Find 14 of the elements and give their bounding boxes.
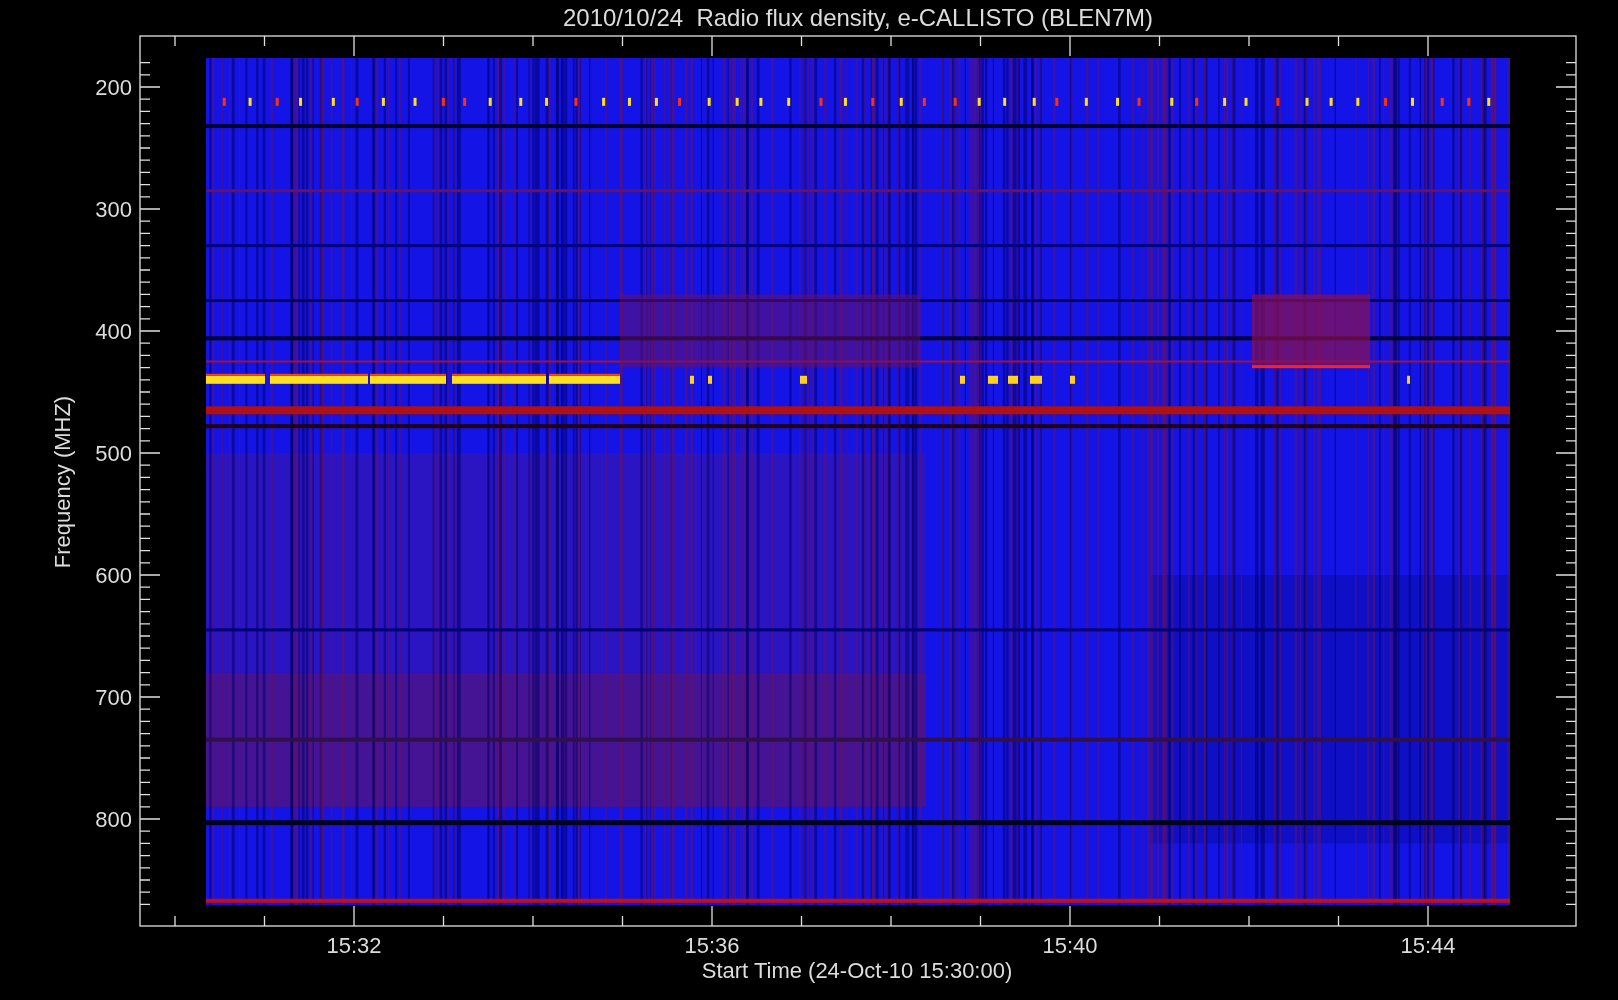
tick-label: 15:40 <box>1042 933 1098 958</box>
tick-label: 700 <box>95 685 132 710</box>
tick-label: 800 <box>95 807 132 832</box>
tick-label: 600 <box>95 563 132 588</box>
tick-label: 15:36 <box>684 933 740 958</box>
tick-label: 15:32 <box>326 933 382 958</box>
axis-label: Start Time (24-Oct-10 15:30:00) <box>701 958 1013 983</box>
tick-label: 15:44 <box>1400 933 1456 958</box>
tick-label: 400 <box>95 319 132 344</box>
axis-label: Frequency (MHZ) <box>50 395 75 569</box>
tick-label: 500 <box>95 441 132 466</box>
chart-title: 2010/10/24 Radio flux density, e-CALLISTO (BLEN7M) <box>562 4 1154 31</box>
tick-label: 300 <box>95 197 132 222</box>
tick-label: 200 <box>95 75 132 100</box>
